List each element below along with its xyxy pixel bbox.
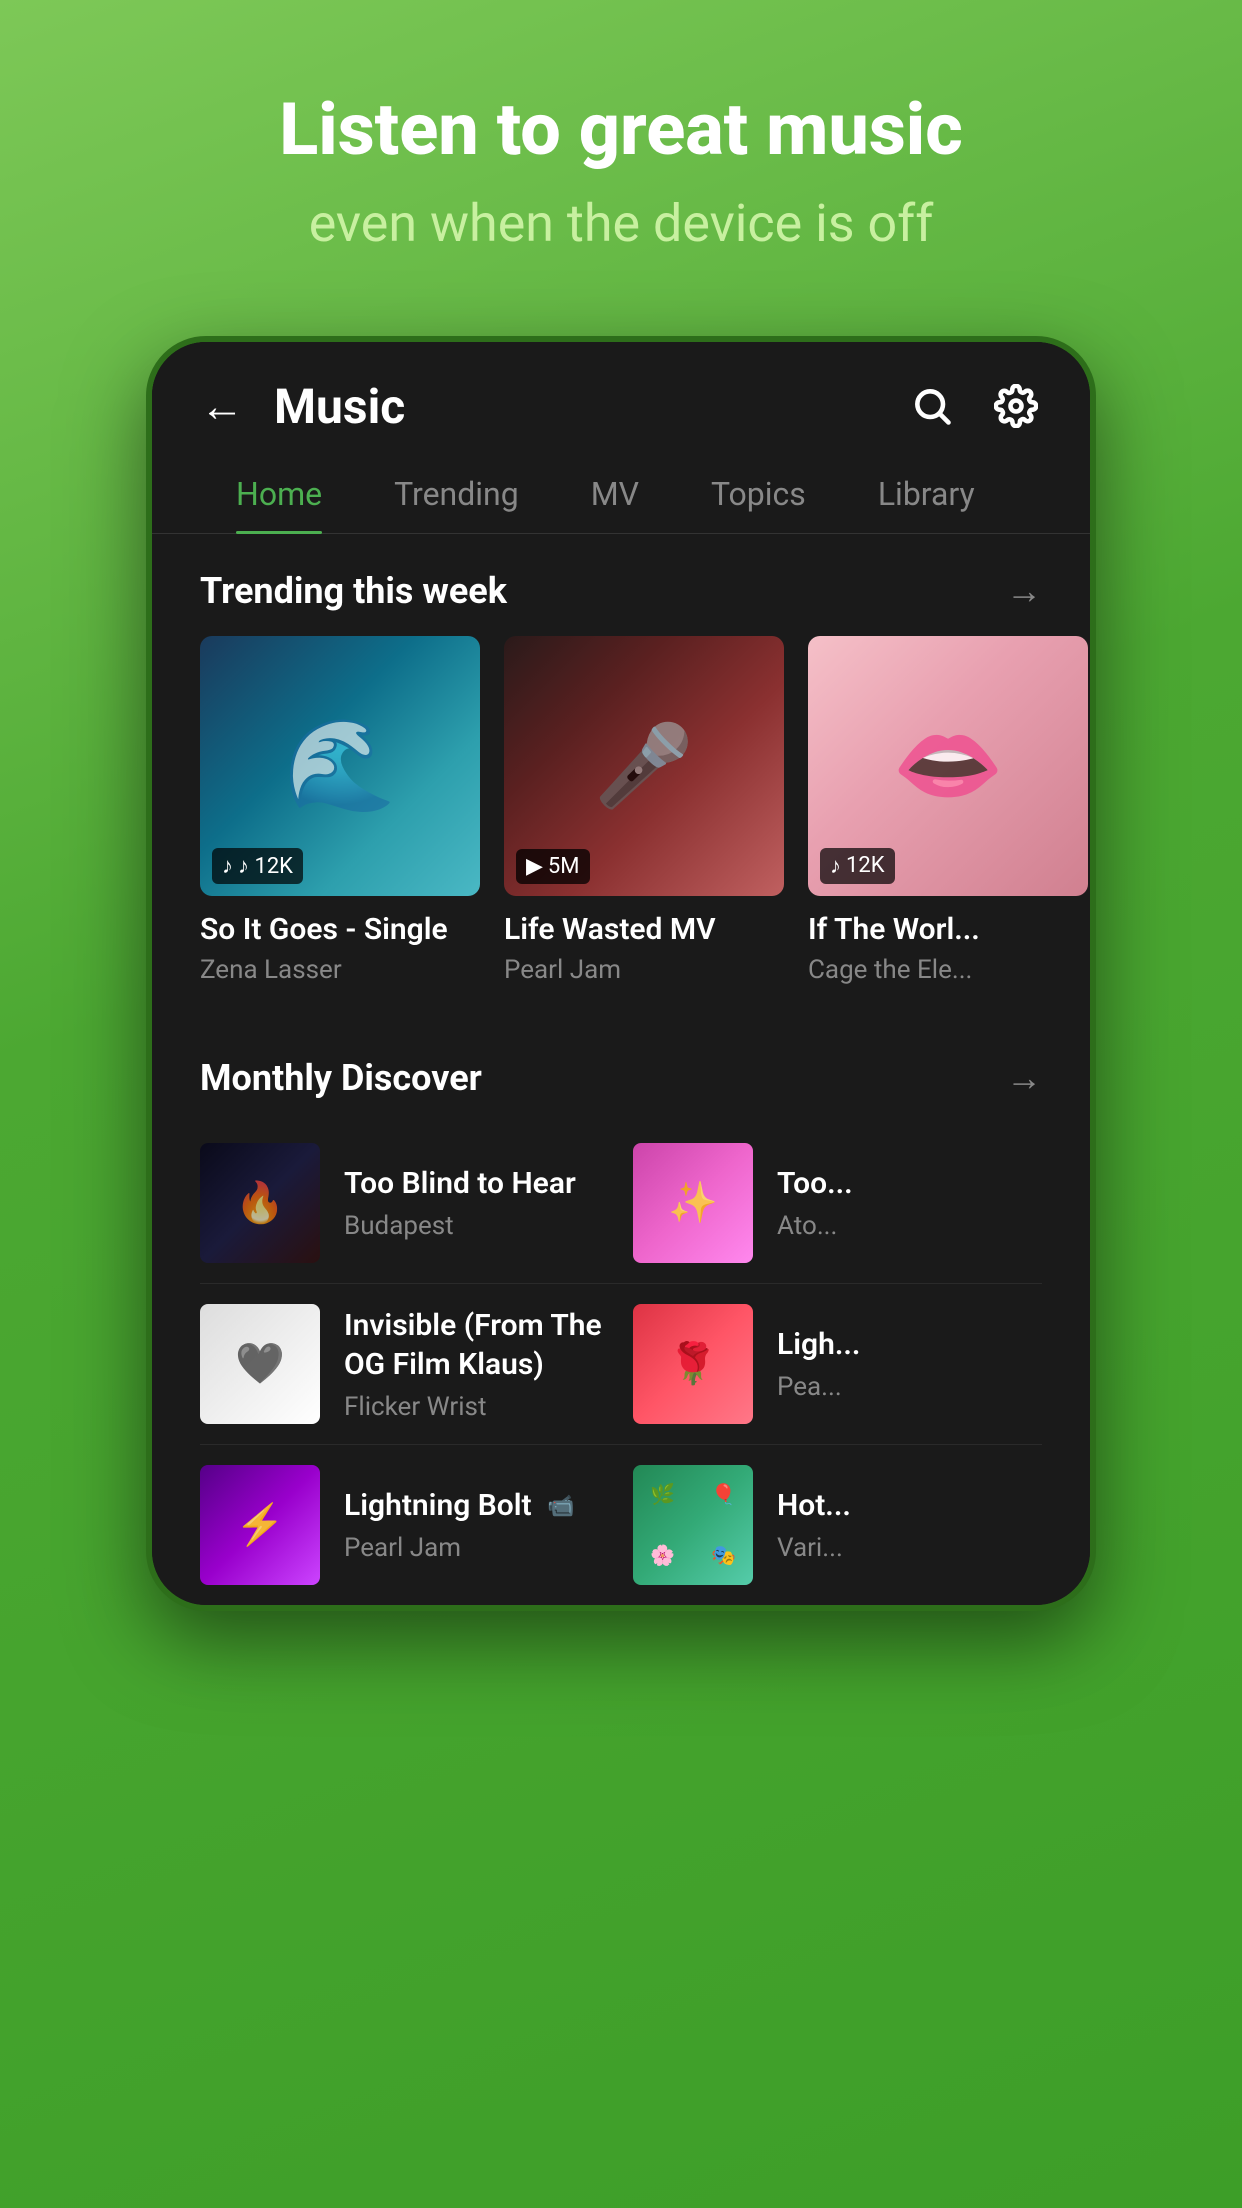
search-button[interactable] [906, 380, 958, 432]
monthly-artist-1r: Ato... [777, 1211, 1042, 1241]
trending-cards: 🌊 ♪♪ 12K So It Goes - Single Zena Lasser… [152, 636, 1090, 1021]
monthly-thumb-1: 🔥 [200, 1143, 320, 1263]
monthly-item-2-right[interactable]: 🌹 Ligh... Pea... [633, 1284, 1042, 1444]
monthly-title: Monthly Discover [200, 1057, 482, 1099]
monthly-artist-3: Pearl Jam [344, 1533, 609, 1563]
monthly-item-2-left[interactable]: 🖤 Invisible (From The OG Film Klaus) Fli… [200, 1284, 609, 1444]
monthly-thumb-2: 🖤 [200, 1304, 320, 1424]
monthly-thumb-3r: 🌿 🎈 🌸 🎭 [633, 1465, 753, 1585]
card-title-2: Life Wasted MV [504, 912, 784, 947]
monthly-item-1-left[interactable]: 🔥 Too Blind to Hear Budapest [200, 1123, 609, 1283]
monthly-song-title-1r: Too... [777, 1164, 1042, 1203]
badge-1: ♪♪ 12K [212, 848, 303, 884]
trending-thumb-3: 👄 ♪ 12K [808, 636, 1088, 896]
settings-button[interactable] [990, 380, 1042, 432]
monthly-artist-2r: Pea... [777, 1372, 1042, 1402]
hero-subtitle: even when the device is off [279, 193, 962, 255]
trending-title: Trending this week [200, 570, 507, 612]
monthly-row-3: ⚡ Lightning Bolt 📹 Pearl Jam [200, 1445, 1042, 1605]
tab-bar: Home Trending MV Topics Library [152, 455, 1090, 534]
monthly-info-2r: Ligh... Pea... [777, 1325, 1042, 1402]
monthly-song-title-2: Invisible (From The OG Film Klaus) [344, 1306, 609, 1384]
monthly-info-3: Lightning Bolt 📹 Pearl Jam [344, 1486, 609, 1563]
tab-mv[interactable]: MV [555, 455, 675, 533]
monthly-row-2: 🖤 Invisible (From The OG Film Klaus) Fli… [200, 1284, 1042, 1444]
trending-card-2[interactable]: 🎤 ▶ 5M Life Wasted MV Pearl Jam [504, 636, 784, 985]
monthly-thumb-3: ⚡ [200, 1465, 320, 1585]
back-button[interactable]: ← [200, 380, 244, 432]
tab-trending[interactable]: Trending [358, 455, 555, 533]
phone-screen: ← Music Home [152, 342, 1090, 1605]
page-title: Music [274, 378, 906, 435]
monthly-thumb-1r: ✨ [633, 1143, 753, 1263]
monthly-info-3r: Hot... Vari... [777, 1486, 1042, 1563]
card-title-1: So It Goes - Single [200, 912, 480, 947]
card-artist-3: Cage the Ele... [808, 955, 1088, 985]
trending-header: Trending this week → [152, 534, 1090, 636]
badge-3: ♪ 12K [820, 848, 895, 884]
card-artist-1: Zena Lasser [200, 955, 480, 985]
monthly-item-1-right[interactable]: ✨ Too... Ato... [633, 1123, 1042, 1283]
monthly-thumb-2r: 🌹 [633, 1304, 753, 1424]
card-title-3: If The Worl... [808, 912, 1088, 947]
tab-topics[interactable]: Topics [675, 455, 842, 533]
trending-thumb-2: 🎤 ▶ 5M [504, 636, 784, 896]
phone-frame: ← Music Home [146, 336, 1096, 1611]
monthly-list: 🔥 Too Blind to Hear Budapest ✨ [152, 1123, 1090, 1605]
monthly-artist-2: Flicker Wrist [344, 1392, 609, 1422]
monthly-info-2: Invisible (From The OG Film Klaus) Flick… [344, 1306, 609, 1422]
monthly-artist-3r: Vari... [777, 1533, 1042, 1563]
monthly-arrow[interactable]: → [1006, 1057, 1042, 1099]
hero-title: Listen to great music [279, 90, 962, 169]
trending-card-1[interactable]: 🌊 ♪♪ 12K So It Goes - Single Zena Lasser [200, 636, 480, 985]
trending-card-3[interactable]: 👄 ♪ 12K If The Worl... Cage the Ele... [808, 636, 1088, 985]
mv-badge-icon: 📹 [547, 1494, 574, 1519]
badge-2: ▶ 5M [516, 849, 590, 884]
monthly-song-title-3: Lightning Bolt 📹 [344, 1486, 609, 1525]
hero-section: Listen to great music even when the devi… [199, 90, 1042, 256]
monthly-item-3-right[interactable]: 🌿 🎈 🌸 🎭 Hot... Vari... [633, 1445, 1042, 1605]
top-bar-icons [906, 380, 1042, 432]
monthly-song-title-1: Too Blind to Hear [344, 1164, 609, 1203]
trending-arrow[interactable]: → [1006, 570, 1042, 612]
monthly-song-title-2r: Ligh... [777, 1325, 1042, 1364]
card-artist-2: Pearl Jam [504, 955, 784, 985]
monthly-header: Monthly Discover → [152, 1021, 1090, 1123]
monthly-artist-1: Budapest [344, 1211, 609, 1241]
tab-library[interactable]: Library [842, 455, 1011, 533]
monthly-info-1: Too Blind to Hear Budapest [344, 1164, 609, 1241]
trending-thumb-1: 🌊 ♪♪ 12K [200, 636, 480, 896]
monthly-info-1r: Too... Ato... [777, 1164, 1042, 1241]
tab-home[interactable]: Home [200, 455, 358, 533]
monthly-row-1: 🔥 Too Blind to Hear Budapest ✨ [200, 1123, 1042, 1283]
monthly-item-3-left[interactable]: ⚡ Lightning Bolt 📹 Pearl Jam [200, 1445, 609, 1605]
top-bar: ← Music [152, 342, 1090, 455]
monthly-song-title-3r: Hot... [777, 1486, 1042, 1525]
